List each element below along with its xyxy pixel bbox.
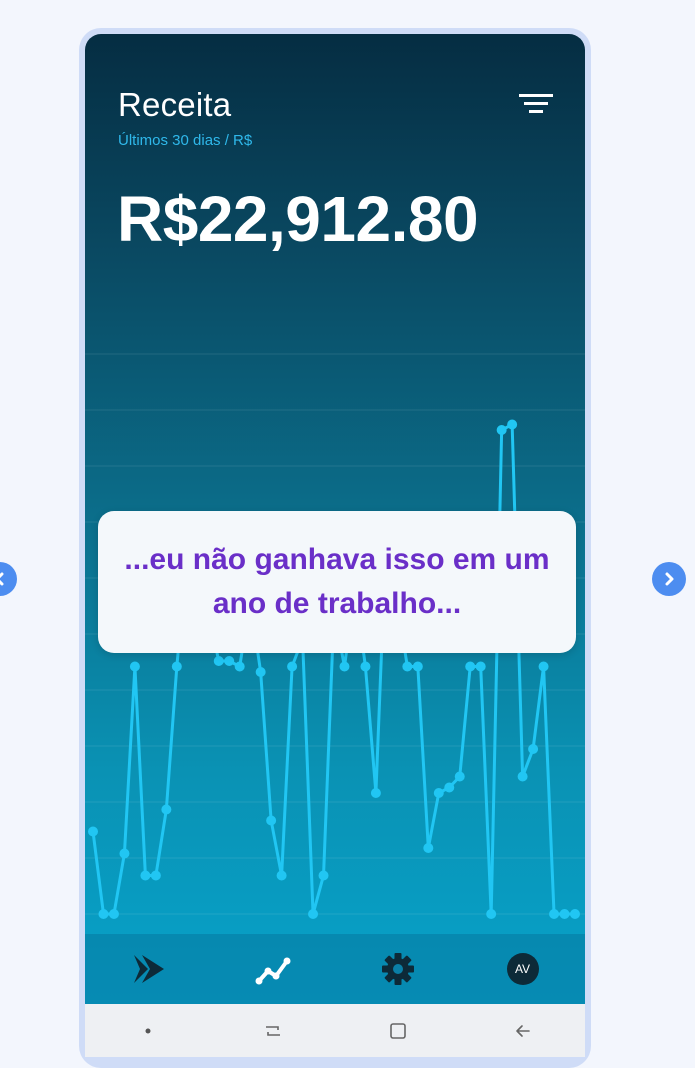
revenue-data-point <box>496 425 507 435</box>
revenue-data-point <box>255 667 266 677</box>
revenue-data-point <box>234 661 245 672</box>
revenue-data-point <box>150 870 161 881</box>
revenue-data-point <box>360 661 371 672</box>
revenue-data-point <box>412 661 423 672</box>
chevron-right-icon <box>665 572 674 586</box>
recent-apps-icon <box>265 1025 280 1036</box>
app-screen: Receita Últimos 30 dias / R$ R$22,912.80… <box>85 34 585 1057</box>
carousel-next-button[interactable] <box>652 562 686 596</box>
tab-play[interactable] <box>118 939 178 999</box>
chevron-left-icon <box>0 572 4 586</box>
revenue-data-point <box>213 656 224 666</box>
revenue-data-point <box>528 744 539 754</box>
revenue-data-point <box>454 771 465 782</box>
tab-trends[interactable] <box>243 939 303 999</box>
bottom-tab-bar: AV <box>85 934 585 1004</box>
tab-profile[interactable]: AV <box>493 939 553 999</box>
revenue-data-point <box>486 909 497 919</box>
revenue-data-point <box>308 909 319 919</box>
caption-bubble: ...eu não ganhava isso em um ano de trab… <box>98 511 576 653</box>
tab-settings[interactable] <box>368 939 428 999</box>
revenue-data-point <box>433 788 444 798</box>
avatar: AV <box>506 953 539 985</box>
revenue-data-point <box>423 843 434 853</box>
trend-line-icon <box>255 957 290 985</box>
revenue-data-point <box>402 661 413 672</box>
revenue-data-point <box>140 870 151 881</box>
revenue-data-point <box>465 661 476 672</box>
revenue-data-point <box>161 804 172 815</box>
period-subtitle: Últimos 30 dias / R$ <box>118 132 253 149</box>
page-title: Receita <box>118 86 232 123</box>
android-navigation-bar <box>85 1004 585 1057</box>
revenue-data-point <box>129 661 140 672</box>
revenue-data-point <box>287 661 298 672</box>
revenue-data-point <box>517 771 528 782</box>
gear-icon <box>381 953 414 985</box>
filter-icon[interactable] <box>519 92 553 118</box>
revenue-data-point <box>559 909 570 919</box>
total-revenue-value: R$22,912.80 <box>117 183 479 255</box>
revenue-data-point <box>266 815 277 826</box>
revenue-data-point <box>98 909 109 919</box>
revenue-data-point <box>88 826 98 837</box>
dot-icon <box>145 1028 150 1033</box>
revenue-data-point <box>507 419 518 430</box>
nav-recent-apps-button[interactable] <box>253 1011 293 1051</box>
revenue-data-point <box>475 661 486 672</box>
revenue-data-point <box>318 870 329 881</box>
revenue-data-point <box>119 848 130 859</box>
play-icon <box>133 955 164 983</box>
revenue-data-point <box>339 661 350 672</box>
revenue-data-point <box>108 909 119 919</box>
back-icon <box>515 1024 530 1037</box>
revenue-data-point <box>224 656 235 666</box>
revenue-series-line <box>91 423 575 916</box>
nav-dot-button[interactable] <box>128 1011 168 1051</box>
nav-home-button[interactable] <box>378 1011 418 1051</box>
revenue-data-point <box>276 870 287 881</box>
revenue-data-point <box>171 661 182 672</box>
carousel-prev-button[interactable] <box>0 562 17 596</box>
home-icon <box>389 1022 406 1039</box>
revenue-data-point <box>570 909 580 919</box>
nav-back-button[interactable] <box>503 1011 543 1051</box>
revenue-data-point <box>549 909 560 919</box>
revenue-data-point <box>370 788 381 798</box>
revenue-data-point <box>444 782 455 793</box>
caption-text: ...eu não ganhava isso em um ano de trab… <box>124 543 550 620</box>
revenue-data-point <box>538 661 549 672</box>
